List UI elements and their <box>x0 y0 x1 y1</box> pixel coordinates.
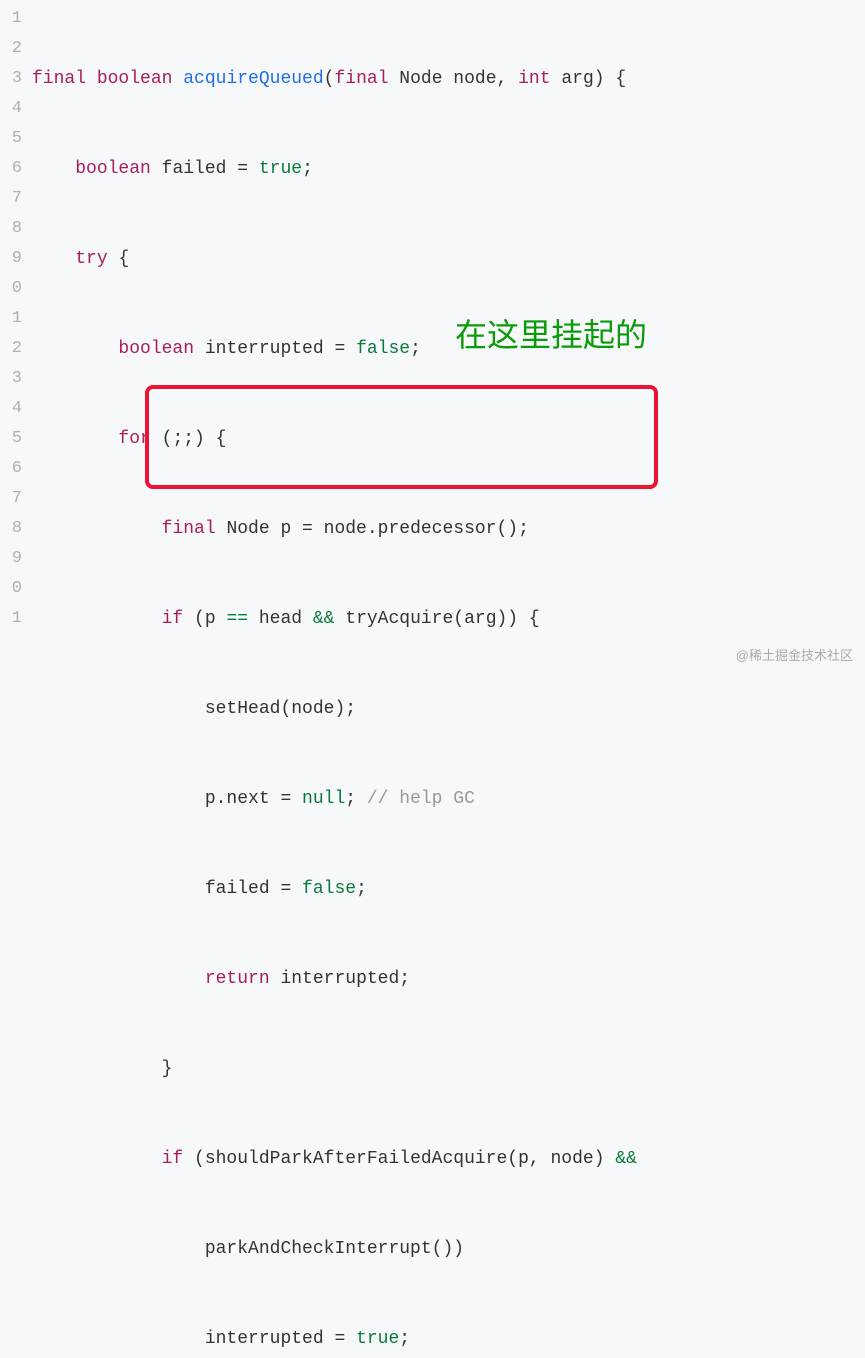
line-number: 9 <box>0 244 22 274</box>
line-number: 2 <box>0 34 22 64</box>
annotation-text: 在这里挂起的 <box>455 320 647 350</box>
line-number: 0 <box>0 574 22 604</box>
code-line: parkAndCheckInterrupt()) <box>32 1234 637 1264</box>
line-number-gutter: 1 2 3 4 5 6 7 8 9 0 1 2 3 4 5 6 7 8 9 0 … <box>0 4 22 1358</box>
line-number: 6 <box>0 154 22 184</box>
code-line: setHead(node); <box>32 694 637 724</box>
watermark-text: @稀土掘金技术社区 <box>736 641 853 671</box>
code-line: failed = false; <box>32 874 637 904</box>
code-line: boolean failed = true; <box>32 154 637 184</box>
code-line: interrupted = true; <box>32 1324 637 1354</box>
code-line: try { <box>32 244 637 274</box>
code-block: 1 2 3 4 5 6 7 8 9 0 1 2 3 4 5 6 7 8 9 0 … <box>0 0 865 1358</box>
code-line: p.next = null; // help GC <box>32 784 637 814</box>
code-content: final boolean acquireQueued(final Node n… <box>22 4 637 1358</box>
line-number: 8 <box>0 214 22 244</box>
line-number: 8 <box>0 514 22 544</box>
line-number: 7 <box>0 184 22 214</box>
code-line: for (;;) { <box>32 424 637 454</box>
line-number: 5 <box>0 124 22 154</box>
code-line: if (p == head && tryAcquire(arg)) { <box>32 604 637 634</box>
code-line: final Node p = node.predecessor(); <box>32 514 637 544</box>
code-line: if (shouldParkAfterFailedAcquire(p, node… <box>32 1144 637 1174</box>
line-number: 9 <box>0 544 22 574</box>
line-number: 7 <box>0 484 22 514</box>
line-number: 3 <box>0 64 22 94</box>
line-number: 1 <box>0 4 22 34</box>
line-number: 5 <box>0 424 22 454</box>
code-line: return interrupted; <box>32 964 637 994</box>
line-number: 6 <box>0 454 22 484</box>
line-number: 3 <box>0 364 22 394</box>
code-line: } <box>32 1054 637 1084</box>
line-number: 1 <box>0 304 22 334</box>
line-number: 4 <box>0 394 22 424</box>
line-number: 1 <box>0 604 22 634</box>
line-number: 0 <box>0 274 22 304</box>
line-number: 4 <box>0 94 22 124</box>
line-number: 2 <box>0 334 22 364</box>
code-line: final boolean acquireQueued(final Node n… <box>32 64 637 94</box>
